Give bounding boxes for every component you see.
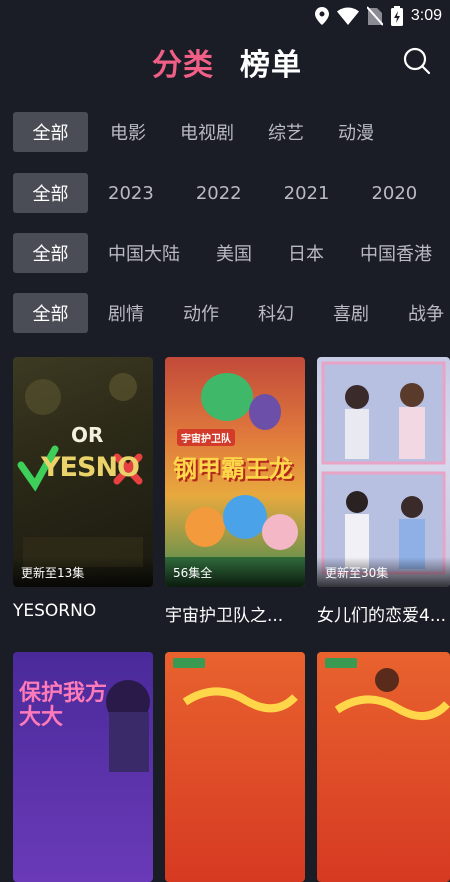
video-title: YESORNO [13,601,97,621]
filter-type-tv[interactable]: 电视剧 [180,119,234,145]
status-time: 3:09 [410,7,442,24]
poster [165,652,305,882]
filter-genre-war[interactable]: 战争 [408,300,444,326]
video-title: 宇宙护卫队之... [165,606,284,626]
status-bar: 3:09 [0,0,450,34]
status-icons: 3:09 [314,6,442,26]
filter-region-japan[interactable]: 日本 [288,240,324,266]
filter-year-2023[interactable]: 2023 [108,183,154,204]
filter-row-genre: 全部 剧情 动作 科幻 喜剧 战争 [0,292,450,334]
poster-art [325,658,450,720]
episode-badge: 更新至13集 [21,566,85,580]
poster-title-text: 钢甲霸王龙 [173,455,293,483]
location-icon [314,7,329,25]
poster: 更新至30集 [317,357,450,587]
filter-row-region: 全部 中国大陆 美国 日本 中国香港 [0,232,450,274]
poster [317,652,450,882]
filter-genre-action[interactable]: 动作 [183,300,219,326]
filter-region-mainland[interactable]: 中国大陆 [108,240,180,266]
poster-art [321,361,446,575]
search-icon [403,47,431,75]
filter-genre-comedy[interactable]: 喜剧 [333,300,369,326]
poster: 宇宙护卫队 钢甲霸王龙 56集全 [165,357,305,587]
poster: OR YESNO 更新至13集 [13,357,153,587]
poster-top-text: 宇宙护卫队 [177,429,235,446]
filter-year-all[interactable]: 全部 [13,173,88,213]
tab-category[interactable]: 分类 [152,40,214,84]
episode-badge: 56集全 [173,566,213,580]
filter-genre-all[interactable]: 全部 [13,293,88,333]
poster: 保护我方大大 [13,652,153,882]
video-title: 女儿们的恋爱4... [317,606,447,626]
filter-row-type: 全部 电影 电视剧 综艺 动漫 [0,111,450,153]
filter-year-2020[interactable]: 2020 [371,183,417,204]
tab-ranking[interactable]: 榜单 [240,40,302,84]
filter-year-2021[interactable]: 2021 [284,183,330,204]
wifi-icon [336,7,359,25]
battery-icon [390,6,403,26]
filter-type-variety[interactable]: 综艺 [268,119,304,145]
filter-type-movie[interactable]: 电影 [110,119,146,145]
episode-badge: 更新至30集 [325,566,389,580]
filter-genre-drama[interactable]: 剧情 [108,300,144,326]
filter-region-hongkong[interactable]: 中国香港 [360,240,432,266]
poster-title-text: 保护我方大大 [19,681,108,730]
filter-year-2022[interactable]: 2022 [196,183,242,204]
filter-type-all[interactable]: 全部 [13,112,88,152]
poster-art [173,658,298,713]
filter-region-us[interactable]: 美国 [216,240,252,266]
filter-row-year: 全部 2023 2022 2021 2020 20 [0,172,450,214]
filter-genre-scifi[interactable]: 科幻 [258,300,294,326]
poster-top-text: OR [71,423,104,447]
filter-type-anime[interactable]: 动漫 [338,119,374,145]
no-sim-icon [366,6,383,26]
poster-title-text: YESNO [41,452,140,483]
search-button[interactable] [402,46,432,76]
filter-region-all[interactable]: 全部 [13,233,88,273]
top-tabs: 分类 榜单 [152,40,302,84]
